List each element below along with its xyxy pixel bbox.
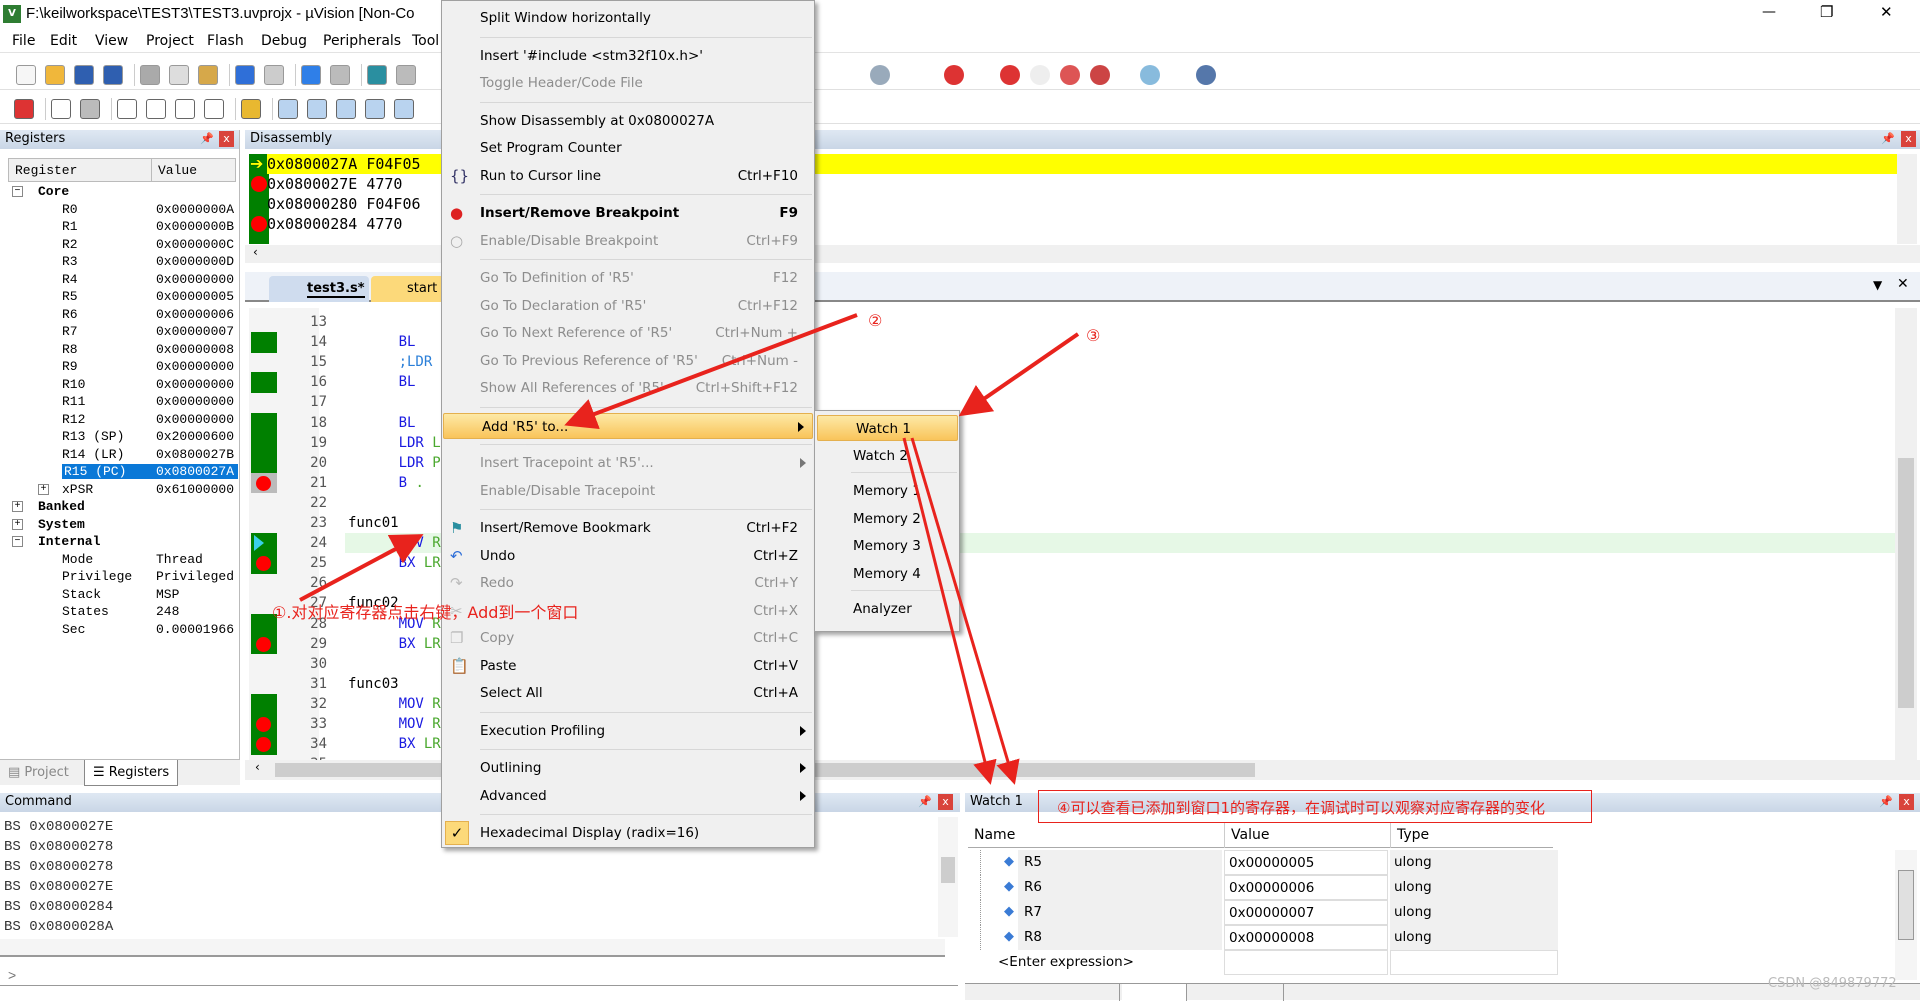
annotation-step2: ②	[868, 311, 883, 330]
arrow-step4b	[910, 437, 1020, 785]
annotation-step3: ③	[1086, 326, 1101, 345]
annotation-arrows	[299, 313, 1080, 785]
arrow-step2	[564, 313, 858, 430]
annotation-step1: ①.对对应寄存器点击右键，Add到一个窗口	[272, 603, 579, 622]
arrow-step4a	[902, 437, 997, 785]
arrow-step1	[299, 534, 424, 602]
annotation-step4-box: ④可以查看已添加到窗口1的寄存器，在调试时可以观察对应寄存器的变化	[1038, 790, 1592, 823]
annotation-step4: ④可以查看已添加到窗口1的寄存器，在调试时可以观察对应寄存器的变化	[1057, 799, 1545, 817]
arrow-step3	[958, 332, 1080, 417]
